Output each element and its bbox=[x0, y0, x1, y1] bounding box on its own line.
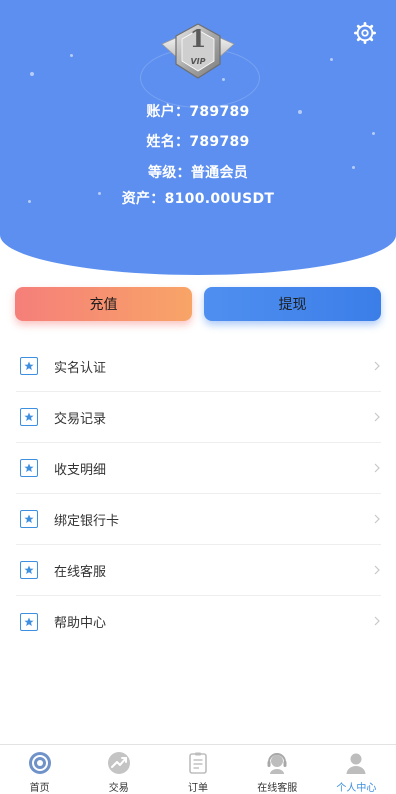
tab-label: 交易 bbox=[108, 783, 129, 794]
account-value: 789789 bbox=[189, 104, 250, 120]
name-info: 姓名：789789 bbox=[0, 131, 396, 151]
account-label: 账户： bbox=[146, 104, 190, 120]
customer-service-icon bbox=[267, 753, 287, 774]
decorative-dot bbox=[330, 58, 333, 61]
tab-label: 个人中心 bbox=[336, 783, 377, 794]
menu-item-label: 收支明细 bbox=[54, 462, 107, 478]
star-icon bbox=[20, 459, 38, 477]
tab-trade[interactable]: 交易 bbox=[79, 745, 158, 794]
withdraw-button[interactable]: 提现 bbox=[204, 287, 381, 321]
menu-item-label: 绑定银行卡 bbox=[54, 513, 120, 529]
level-value: 普通会员 bbox=[190, 165, 249, 181]
menu-item-label: 在线客服 bbox=[54, 564, 107, 580]
chevron-right-icon bbox=[374, 514, 380, 524]
chevron-right-icon bbox=[374, 361, 380, 371]
menu-item-bind-bank-card[interactable]: 绑定银行卡 bbox=[16, 494, 381, 545]
tab-label: 订单 bbox=[188, 783, 208, 794]
tab-label: 首页 bbox=[29, 783, 50, 794]
vip-level-number: 1 bbox=[189, 24, 207, 53]
assets-label: 资产： bbox=[121, 191, 165, 207]
star-icon bbox=[20, 612, 38, 631]
menu-item-income-expense-details[interactable]: 收支明细 bbox=[16, 443, 381, 494]
menu-item-label: 帮助中心 bbox=[54, 616, 107, 631]
settings-gear-icon[interactable] bbox=[354, 22, 376, 44]
vip-text: VIP bbox=[190, 57, 206, 66]
bottom-tab-bar: 首页 交易 订单 在线客服 个人中心 bbox=[0, 744, 396, 794]
order-icon bbox=[189, 752, 207, 774]
chevron-right-icon bbox=[374, 616, 380, 626]
profile-menu: 实名认证 交易记录 收支明细 绑定银行卡 在线客服 帮助中心 bbox=[16, 341, 381, 647]
menu-item-transaction-records[interactable]: 交易记录 bbox=[16, 392, 381, 443]
chevron-right-icon bbox=[374, 463, 380, 473]
chevron-right-icon bbox=[374, 412, 380, 422]
assets-value: 8100.00USDT bbox=[164, 191, 275, 207]
tab-home[interactable]: 首页 bbox=[0, 745, 79, 794]
tab-profile[interactable]: 个人中心 bbox=[317, 745, 396, 794]
name-value: 789789 bbox=[189, 134, 250, 150]
home-icon bbox=[28, 752, 51, 774]
menu-item-label: 交易记录 bbox=[54, 411, 107, 427]
star-icon bbox=[20, 408, 38, 426]
star-icon bbox=[20, 357, 38, 375]
tab-customer-service[interactable]: 在线客服 bbox=[238, 745, 317, 794]
menu-item-real-name-verification[interactable]: 实名认证 bbox=[16, 341, 381, 392]
recharge-button[interactable]: 充值 bbox=[15, 287, 192, 321]
star-icon bbox=[20, 510, 38, 528]
assets-info: 资产：8100.00USDT bbox=[0, 188, 396, 208]
tab-label: 在线客服 bbox=[257, 783, 298, 794]
profile-icon bbox=[346, 753, 366, 774]
trade-icon bbox=[107, 752, 130, 774]
tab-orders[interactable]: 订单 bbox=[158, 745, 237, 794]
account-info: 账户：789789 bbox=[0, 101, 396, 121]
menu-item-online-customer-service[interactable]: 在线客服 bbox=[16, 545, 381, 596]
menu-item-help-center[interactable]: 帮助中心 bbox=[16, 596, 381, 647]
decorative-dot bbox=[30, 72, 34, 76]
menu-item-label: 实名认证 bbox=[54, 360, 107, 376]
star-icon bbox=[20, 561, 38, 579]
level-label: 等级： bbox=[147, 165, 191, 181]
chevron-right-icon bbox=[374, 565, 380, 575]
decorative-dot bbox=[70, 54, 73, 57]
profile-header: 1 VIP 账户：789789 姓名：789789 等级：普通会员 资产：810… bbox=[0, 0, 396, 275]
level-info: 等级：普通会员 bbox=[0, 162, 396, 182]
name-label: 姓名： bbox=[146, 134, 190, 150]
